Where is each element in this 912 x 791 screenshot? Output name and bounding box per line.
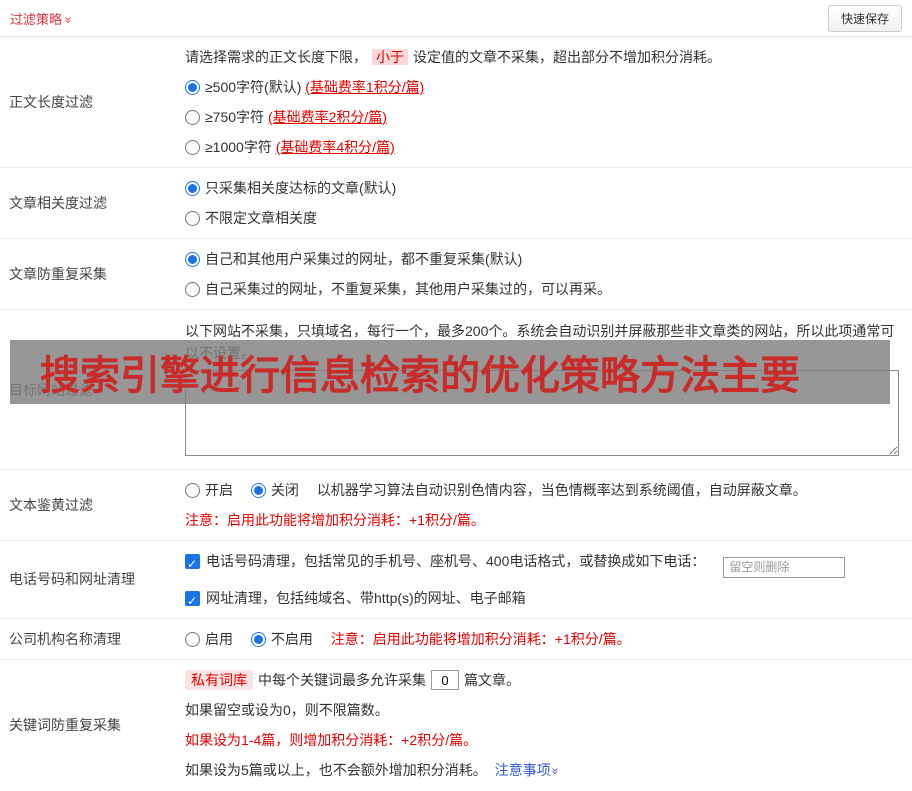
option-label: 自己采集过的网址，不重复采集，其他用户采集过的，可以再采。 bbox=[205, 281, 611, 297]
row-length-filter: 正文长度过滤 请选择需求的正文长度下限， 小于设定值的文章不采集，超出部分不增加积… bbox=[0, 37, 912, 168]
option-label: 自己和其他用户采集过的网址，都不重复采集(默认) bbox=[205, 251, 522, 267]
radio-icon bbox=[185, 483, 200, 498]
option-label: 启用 bbox=[205, 631, 233, 647]
chevron-down-icon: » bbox=[61, 16, 75, 23]
option-note: (基础费率2积分/篇) bbox=[268, 109, 387, 125]
length-filter-intro: 请选择需求的正文长度下限， 小于设定值的文章不采集，超出部分不增加积分消耗。 bbox=[185, 47, 902, 67]
option-label: 关闭 bbox=[271, 482, 299, 498]
radio-icon bbox=[251, 483, 266, 498]
porn-filter-description: 以机器学习算法自动识别色情内容，当色情概率达到系统阈值，自动屏蔽文章。 bbox=[317, 482, 807, 498]
page-title-text: 过滤策略 bbox=[10, 12, 62, 27]
porn-filter-label: 文本鉴黄过滤 bbox=[0, 470, 185, 540]
radio-icon bbox=[251, 632, 266, 647]
porn-filter-off-option[interactable]: 关闭 bbox=[251, 482, 299, 498]
relevance-option-strict[interactable]: 只采集相关度达标的文章(默认) bbox=[185, 178, 888, 198]
option-label: 只采集相关度达标的文章(默认) bbox=[205, 180, 396, 196]
row-relevance-filter: 文章相关度过滤 只采集相关度达标的文章(默认) 不限定文章相关度 bbox=[0, 168, 912, 239]
row-company-clean: 公司机构名称清理 启用 不启用 注意：启用此功能将增加积分消耗：+1积分/篇。 bbox=[0, 619, 912, 660]
url-clean-checkbox[interactable]: 网址清理，包括纯域名、带http(s)的网址、电子邮箱 bbox=[185, 588, 888, 608]
private-lexicon-tag: 私有词库 bbox=[185, 670, 253, 690]
option-label: 电话号码清理，包括常见的手机号、座机号、400电话格式，或替换成如下电话： bbox=[206, 553, 705, 569]
radio-icon bbox=[185, 632, 200, 647]
keyword-dedupe-label: 关键词防重复采集 bbox=[0, 660, 185, 791]
length-option-750[interactable]: ≥750字符 (基础费率2积分/篇) bbox=[185, 107, 888, 127]
relevance-filter-label: 文章相关度过滤 bbox=[0, 168, 185, 238]
option-label: ≥750字符 bbox=[205, 109, 264, 125]
max-articles-input[interactable] bbox=[431, 670, 459, 690]
intro-highlight: 小于 bbox=[372, 49, 408, 65]
company-clean-note: 注意：启用此功能将增加积分消耗：+1积分/篇。 bbox=[331, 631, 631, 647]
intro-pre: 请选择需求的正文长度下限， bbox=[185, 49, 367, 65]
row-keyword-dedupe: 关键词防重复采集 私有词库中每个关键词最多允许采集 篇文章。 如果留空或设为0，则… bbox=[0, 660, 912, 791]
notes-link-text: 注意事项 bbox=[495, 762, 551, 778]
keyword-line1-end: 篇文章。 bbox=[464, 672, 520, 688]
keyword-rule-5plus: 如果设为5篇或以上，也不会额外增加积分消耗。 bbox=[185, 762, 487, 778]
option-note: (基础费率4积分/篇) bbox=[276, 139, 395, 155]
radio-icon bbox=[185, 80, 200, 95]
quick-save-button[interactable]: 快速保存 bbox=[828, 5, 902, 32]
phone-clean-checkbox[interactable]: 电话号码清理，包括常见的手机号、座机号、400电话格式，或替换成如下电话： bbox=[185, 553, 705, 569]
option-label: 不启用 bbox=[271, 631, 313, 647]
option-label: ≥500字符(默认) bbox=[205, 79, 301, 95]
company-clean-disable-option[interactable]: 不启用 bbox=[251, 631, 313, 647]
radio-icon bbox=[185, 211, 200, 226]
company-clean-enable-option[interactable]: 启用 bbox=[185, 631, 233, 647]
replacement-phone-input[interactable] bbox=[723, 557, 845, 578]
length-filter-label: 正文长度过滤 bbox=[0, 37, 185, 167]
keyword-rule-1-4: 如果设为1-4篇，则增加积分消耗：+2积分/篇。 bbox=[185, 730, 902, 750]
option-note: (基础费率1积分/篇) bbox=[305, 79, 424, 95]
radio-icon bbox=[185, 140, 200, 155]
relevance-option-any[interactable]: 不限定文章相关度 bbox=[185, 208, 888, 228]
article-dedupe-label: 文章防重复采集 bbox=[0, 239, 185, 309]
watermark-text: 搜索引擎进行信息检索的优化策略方法主要 bbox=[40, 343, 800, 401]
page-title[interactable]: 过滤策略» bbox=[10, 9, 72, 28]
page-header: 过滤策略» 快速保存 bbox=[0, 0, 912, 37]
porn-filter-note: 注意：启用此功能将增加积分消耗：+1积分/篇。 bbox=[185, 510, 902, 530]
row-phone-url-clean: 电话号码和网址清理 电话号码清理，包括常见的手机号、座机号、400电话格式，或替… bbox=[0, 541, 912, 619]
chevron-down-icon: » bbox=[545, 768, 565, 775]
option-label: 网址清理，包括纯域名、带http(s)的网址、电子邮箱 bbox=[206, 590, 526, 606]
keyword-rule-zero: 如果留空或设为0，则不限篇数。 bbox=[185, 700, 902, 720]
checkbox-icon bbox=[185, 591, 200, 606]
radio-icon bbox=[185, 181, 200, 196]
dedupe-option-global[interactable]: 自己和其他用户采集过的网址，都不重复采集(默认) bbox=[185, 249, 888, 269]
dedupe-option-self[interactable]: 自己采集过的网址，不重复采集，其他用户采集过的，可以再采。 bbox=[185, 279, 888, 299]
row-article-dedupe: 文章防重复采集 自己和其他用户采集过的网址，都不重复采集(默认) 自己采集过的网… bbox=[0, 239, 912, 310]
radio-icon bbox=[185, 110, 200, 125]
length-option-1000[interactable]: ≥1000字符 (基础费率4积分/篇) bbox=[185, 137, 888, 157]
option-label: 不限定文章相关度 bbox=[205, 210, 317, 226]
option-label: 开启 bbox=[205, 482, 233, 498]
checkbox-icon bbox=[185, 554, 200, 569]
length-option-500[interactable]: ≥500字符(默认) (基础费率1积分/篇) bbox=[185, 77, 888, 97]
intro-post: 设定值的文章不采集，超出部分不增加积分消耗。 bbox=[413, 49, 721, 65]
company-clean-label: 公司机构名称清理 bbox=[0, 619, 185, 659]
porn-filter-on-option[interactable]: 开启 bbox=[185, 482, 233, 498]
phone-url-clean-label: 电话号码和网址清理 bbox=[0, 541, 185, 618]
watermark-banner: 搜索引擎进行信息检索的优化策略方法主要 bbox=[10, 340, 890, 404]
keyword-line1-mid: 中每个关键词最多允许采集 bbox=[258, 672, 426, 688]
row-porn-filter: 文本鉴黄过滤 开启 关闭 以机器学习算法自动识别色情内容，当色情概率达到系统阈值… bbox=[0, 470, 912, 541]
notes-link[interactable]: 注意事项» bbox=[495, 762, 559, 778]
option-label: ≥1000字符 bbox=[205, 139, 272, 155]
radio-icon bbox=[185, 252, 200, 267]
radio-icon bbox=[185, 282, 200, 297]
